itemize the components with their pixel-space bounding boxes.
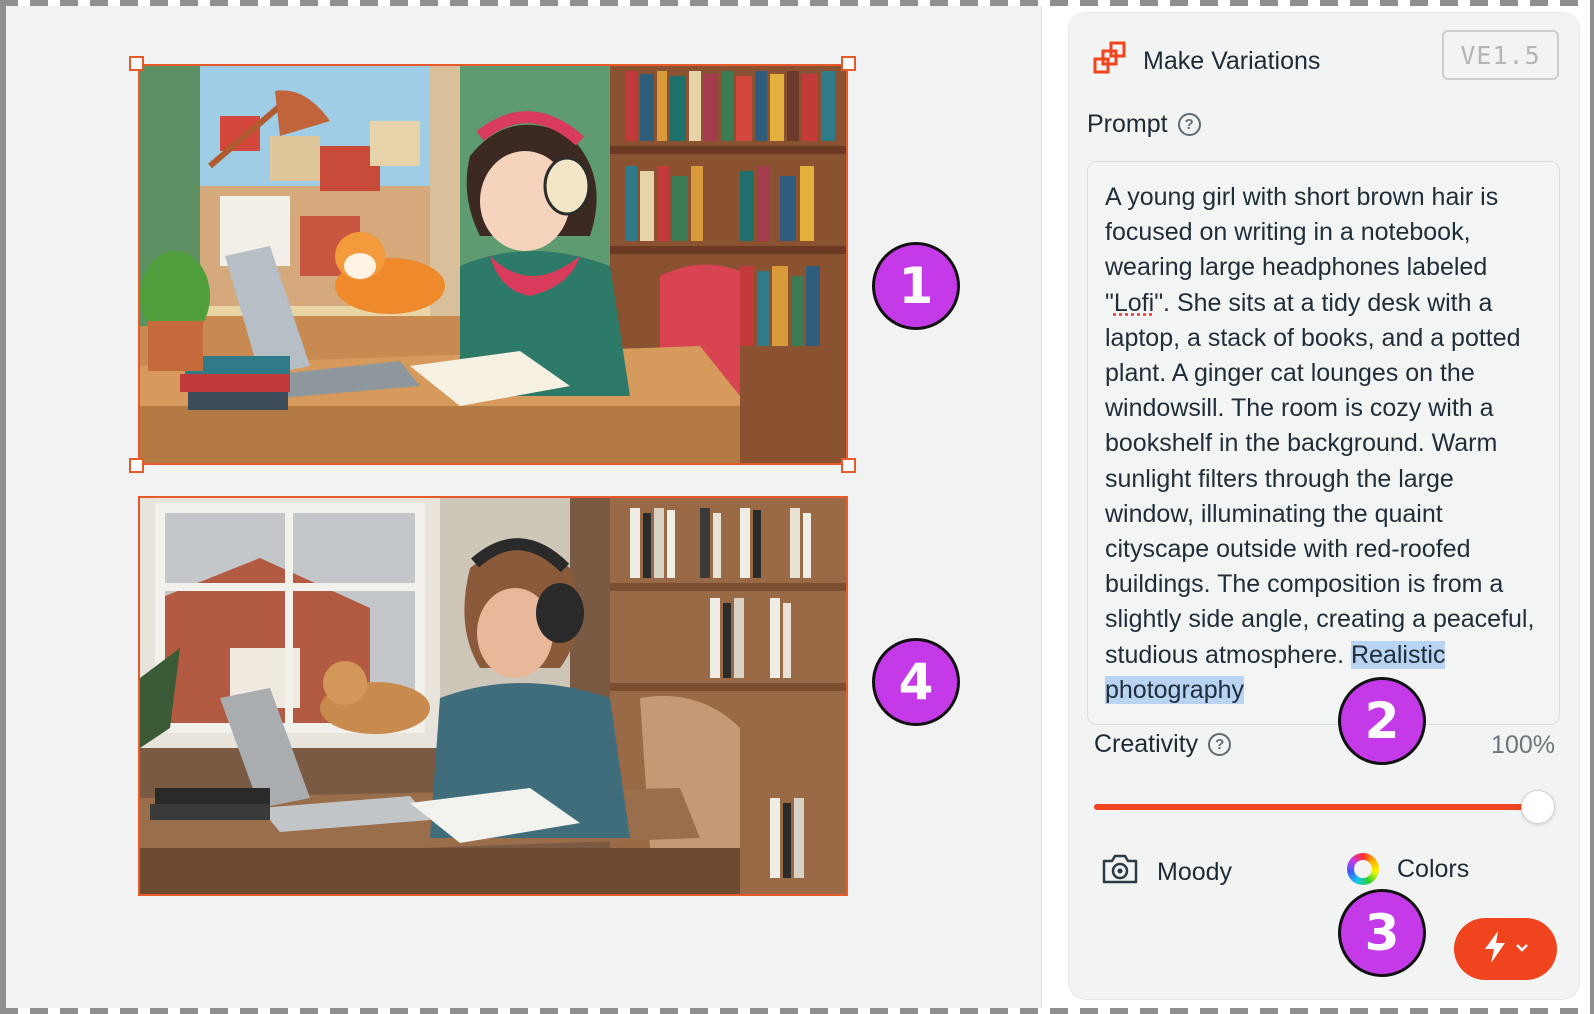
creativity-label: Creativity ? xyxy=(1094,730,1232,759)
generated-image-illustration[interactable] xyxy=(138,64,848,465)
panel-header: Make Variations xyxy=(1093,41,1320,82)
colors-label: Colors xyxy=(1397,854,1470,883)
annotation-badge-4: 4 xyxy=(872,638,960,726)
creativity-slider-thumb[interactable] xyxy=(1521,790,1555,824)
prompt-label: Prompt ? xyxy=(1087,110,1201,139)
chevron-down-icon[interactable] xyxy=(1515,940,1529,958)
colors-option[interactable]: Colors xyxy=(1347,853,1469,885)
panel-title: Make Variations xyxy=(1143,47,1321,75)
creativity-slider-track[interactable] xyxy=(1094,804,1538,810)
prompt-text-continued: ". She sits at a tidy desk with a laptop… xyxy=(1105,288,1535,669)
annotation-badge-1: 1 xyxy=(872,242,960,330)
variations-icon xyxy=(1093,41,1129,82)
moody-label: Moody xyxy=(1157,858,1233,886)
creativity-value: 100% xyxy=(1491,731,1555,759)
resize-handle-top-right[interactable] xyxy=(841,56,856,71)
resize-handle-bottom-left[interactable] xyxy=(129,458,144,473)
prompt-label-text: Prompt xyxy=(1087,110,1168,138)
resize-handle-top-left[interactable] xyxy=(129,56,144,71)
annotation-badge-2: 2 xyxy=(1338,677,1426,765)
color-wheel-icon xyxy=(1347,853,1379,885)
camera-icon xyxy=(1101,853,1139,892)
photo-artwork xyxy=(140,498,846,894)
resize-handle-bottom-right[interactable] xyxy=(841,458,856,473)
annotation-badge-3: 3 xyxy=(1338,889,1426,977)
prompt-textarea[interactable]: A young girl with short brown hair is fo… xyxy=(1087,161,1560,725)
variations-panel: Make Variations VE1.5 Prompt ? A young g… xyxy=(1068,12,1580,1000)
lightning-icon xyxy=(1483,930,1507,969)
moody-style-option[interactable]: Moody xyxy=(1101,853,1232,892)
version-badge[interactable]: VE1.5 xyxy=(1442,30,1559,80)
help-icon[interactable]: ? xyxy=(1208,733,1232,756)
generate-button[interactable] xyxy=(1454,918,1557,980)
creativity-label-text: Creativity xyxy=(1094,730,1199,758)
help-icon[interactable]: ? xyxy=(1177,113,1201,136)
prompt-text-misspelled: Lofi xyxy=(1113,288,1155,317)
generated-image-photo[interactable] xyxy=(138,496,848,896)
illustration-artwork xyxy=(140,66,846,463)
